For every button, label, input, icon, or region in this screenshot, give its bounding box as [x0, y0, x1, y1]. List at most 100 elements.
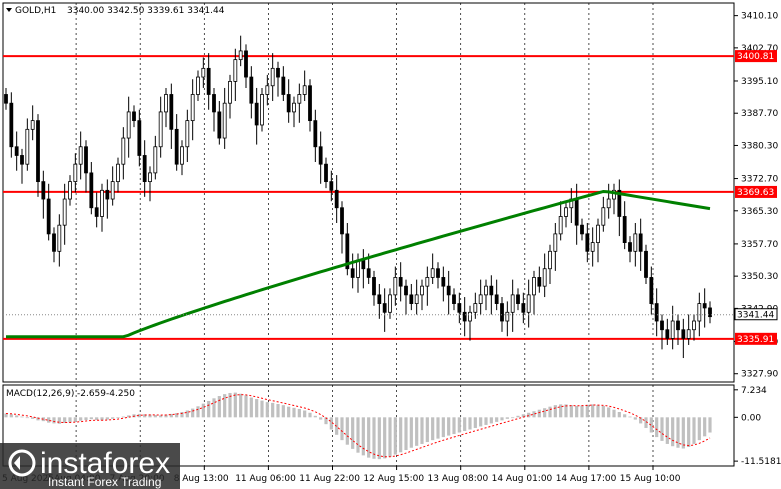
- macd-bar: [612, 409, 616, 418]
- candle-body: [494, 294, 499, 304]
- macd-bar: [703, 417, 707, 437]
- macd-bar: [681, 417, 685, 449]
- candle-body: [148, 172, 152, 183]
- candle-body: [94, 207, 99, 217]
- macd-bar: [393, 417, 397, 455]
- macd-bar: [308, 412, 312, 418]
- macd-bar: [527, 412, 531, 418]
- candle-body: [137, 120, 142, 156]
- level-tag-label: 3369.63: [737, 188, 774, 198]
- candle-body: [340, 207, 344, 235]
- macd-bar: [89, 417, 93, 420]
- macd-bar: [265, 402, 269, 418]
- candle-body: [548, 250, 552, 270]
- macd-bar: [201, 403, 205, 418]
- candle-body: [398, 277, 403, 287]
- ohlc-label: 3340.00 3342.50 3339.61 3341.44: [67, 6, 225, 16]
- macd-bar: [580, 405, 584, 418]
- time-tick-label: 14 Aug 01:00: [492, 474, 553, 484]
- macd-bar: [9, 414, 13, 418]
- price-tick-label: 3365.30: [741, 207, 778, 217]
- macd-bar: [25, 417, 29, 419]
- candle-body: [228, 81, 232, 104]
- macd-bar: [553, 405, 557, 418]
- chart-header: GOLD,H1 3340.00 3342.50 3339.61 3341.44: [6, 6, 225, 16]
- macd-bar: [473, 417, 477, 428]
- candle-body: [110, 181, 115, 200]
- candle-body: [388, 294, 392, 313]
- candle-body: [73, 163, 78, 183]
- candle-body: [201, 67, 206, 78]
- macd-bar: [159, 415, 163, 418]
- macd-bar: [47, 417, 51, 423]
- candle-body: [500, 303, 504, 322]
- candle-body: [324, 163, 328, 183]
- candle-body: [25, 128, 30, 165]
- macd-bar: [543, 408, 547, 418]
- candle-body: [174, 128, 179, 165]
- candle-body: [30, 120, 35, 130]
- candle-body: [484, 285, 488, 296]
- macd-bar: [233, 392, 237, 418]
- macd-bar: [463, 417, 467, 432]
- watermark-tagline: Instant Forex Trading: [48, 475, 161, 489]
- macd-bar: [15, 415, 19, 418]
- macd-bar: [479, 417, 483, 427]
- macd-bar: [425, 417, 429, 443]
- macd-bar: [196, 406, 200, 418]
- instaforex-watermark: instaforex Instant Forex Trading: [0, 443, 180, 489]
- macd-bar: [212, 398, 216, 418]
- macd-header: MACD(12,26,9) -2.659 -4.250: [6, 389, 135, 399]
- macd-bar: [697, 417, 701, 441]
- candle-body: [372, 277, 376, 296]
- time-tick-label: 15 Aug 10:00: [620, 474, 681, 484]
- macd-bar: [404, 417, 408, 451]
- candle-body: [366, 268, 371, 278]
- candle-body: [142, 155, 147, 183]
- price-chart[interactable]: 3410.103402.703395.103387.703380.303372.…: [0, 0, 781, 489]
- macd-bar: [468, 417, 472, 430]
- symbol-label: GOLD,H1: [15, 6, 56, 16]
- candle-body: [249, 76, 254, 104]
- candle-body: [180, 146, 184, 165]
- macd-bar: [95, 417, 99, 420]
- macd-bar: [292, 407, 296, 418]
- candle-body: [441, 277, 446, 287]
- candle-body: [78, 146, 83, 165]
- candle-body: [409, 294, 414, 304]
- macd-bar: [313, 415, 317, 418]
- candle-body: [329, 181, 334, 191]
- time-tick-label: 14 Aug 17:00: [556, 474, 617, 484]
- candle-body: [116, 163, 120, 183]
- macd-bar: [68, 417, 72, 423]
- candle-body: [425, 277, 430, 287]
- candle-body: [420, 285, 424, 296]
- macd-bar: [537, 409, 541, 418]
- candle-body: [601, 207, 606, 226]
- candle-body: [244, 50, 248, 78]
- macd-bar: [20, 416, 24, 418]
- macd-bar: [633, 417, 637, 420]
- candle-body: [377, 294, 382, 304]
- candle-body: [57, 224, 62, 252]
- candle-body: [681, 329, 686, 339]
- macd-bar: [356, 417, 360, 453]
- candle-body: [265, 85, 270, 95]
- candle-body: [393, 277, 398, 296]
- candle-body: [14, 146, 19, 156]
- price-tick-label: 3372.70: [741, 175, 778, 185]
- macd-bar: [415, 417, 419, 446]
- candle-body: [4, 94, 8, 104]
- candle-body: [660, 320, 664, 331]
- candle-body: [670, 320, 675, 339]
- candle-body: [473, 303, 478, 313]
- macd-bar: [596, 405, 600, 418]
- macd-bar: [441, 417, 445, 438]
- candle-body: [697, 303, 702, 322]
- price-tick-label: 3387.70: [741, 109, 778, 119]
- macd-bar: [516, 415, 520, 418]
- candle-body: [276, 67, 280, 78]
- candle-body: [84, 146, 88, 174]
- candle-body: [100, 189, 104, 217]
- macd-bar: [377, 417, 381, 460]
